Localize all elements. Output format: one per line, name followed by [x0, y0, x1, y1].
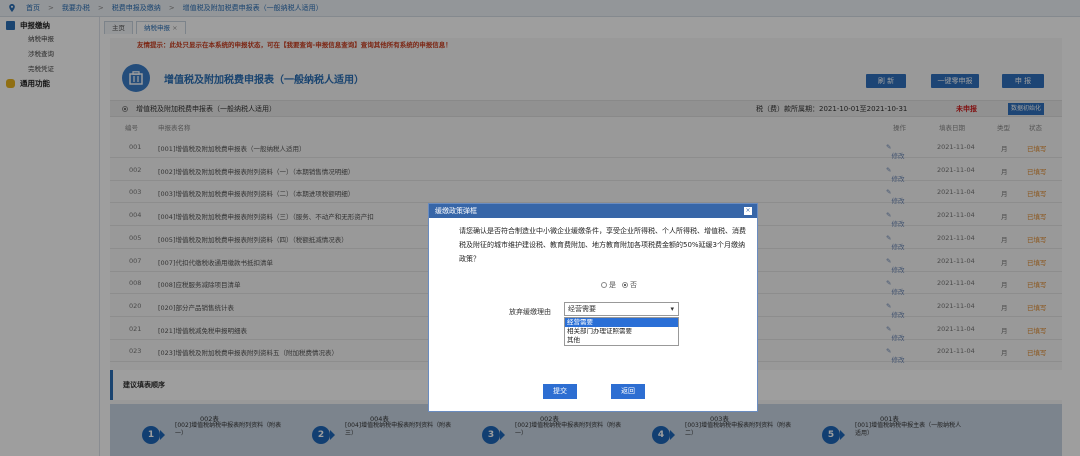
policy-modal: 缓缴政策弹框 × 请您确认是否符合制造业中小微企业缓缴条件，享受企业所得税、个人…	[428, 203, 758, 412]
select-value: 经营需要	[568, 305, 596, 313]
radio-yes[interactable]	[601, 282, 607, 288]
radio-no-label: 否	[630, 281, 637, 289]
dropdown-option[interactable]: 经营需要	[565, 318, 678, 327]
dropdown-option[interactable]: 相关部门办理证照需要	[565, 327, 678, 336]
radio-yes-label: 是	[609, 281, 616, 289]
dropdown-arrow-icon: ▾	[670, 305, 674, 313]
modal-title: 缓缴政策弹框	[435, 207, 477, 215]
back-button[interactable]: 返回	[611, 384, 645, 399]
dropdown-option[interactable]: 其他	[565, 336, 678, 345]
reason-label: 放弃缓缴理由	[509, 308, 551, 316]
modal-question: 请您确认是否符合制造业中小微企业缓缴条件，享受企业所得税、个人所得税、增值税、消…	[459, 227, 746, 263]
reason-dropdown: 经营需要 相关部门办理证照需要 其他	[564, 317, 679, 346]
close-icon[interactable]: ×	[744, 207, 752, 215]
submit-button[interactable]: 提交	[543, 384, 577, 399]
yes-no-radio: 是 否	[601, 280, 637, 290]
modal-header: 缓缴政策弹框 ×	[429, 204, 757, 218]
reason-select[interactable]: 经营需要 ▾	[564, 302, 679, 316]
radio-no[interactable]	[622, 282, 628, 288]
